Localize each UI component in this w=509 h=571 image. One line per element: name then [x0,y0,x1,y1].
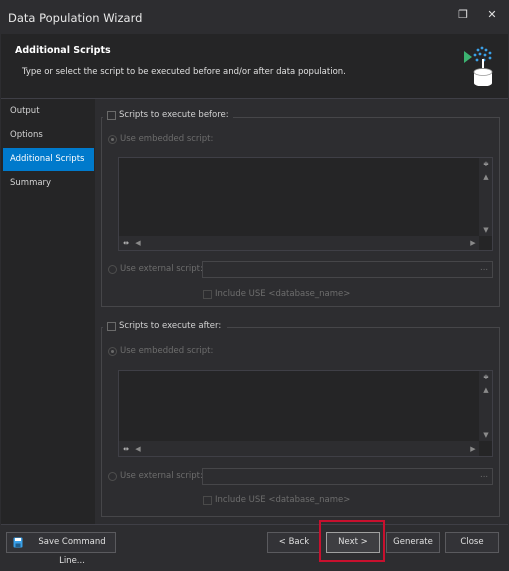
close-button[interactable]: Close [445,532,499,553]
scroll-down-arrow-icon[interactable]: ▼ [481,430,491,440]
after-embedded-radio[interactable] [108,347,117,356]
page-title: Additional Scripts [15,45,111,56]
back-button[interactable]: < Back [267,532,321,553]
before-browse-button[interactable]: ... [480,263,488,273]
before-external-label: Use external script: [120,264,203,274]
after-external-label: Use external script: [120,471,203,481]
save-command-line-button[interactable]: Save Command Line... [6,532,116,566]
sidebar-item-output[interactable]: Output [3,100,94,123]
after-embedded-label: Use embedded script: [120,346,214,356]
database-script-icon [462,46,496,87]
before-embedded-label: Use embedded script: [120,134,214,144]
after-include-use-checkbox[interactable] [203,496,212,505]
split-view-icon[interactable]: ≑ [481,159,491,169]
close-window-button[interactable]: ✕ [481,5,503,25]
after-editor-hscrollbar[interactable] [119,441,479,456]
scroll-right-arrow-icon[interactable]: ▶ [468,444,478,454]
save-command-line-label: Save Command Line... [38,537,106,566]
after-external-radio[interactable] [108,472,117,481]
scroll-left-arrow-icon[interactable]: ◀ [133,444,143,454]
save-icon [13,537,23,548]
scroll-down-arrow-icon[interactable]: ▼ [481,225,491,235]
after-browse-button[interactable]: ... [480,470,488,480]
before-scripts-checkbox[interactable] [107,111,116,120]
split-view-icon[interactable]: ≑ [481,372,491,382]
after-include-use-label: Include USE <database_name> [215,495,351,505]
scroll-left-arrow-icon[interactable]: ◀ [133,238,143,248]
before-external-radio[interactable] [108,265,117,274]
sidebar-item-additional-scripts[interactable]: Additional Scripts [3,148,94,171]
next-button[interactable]: Next > [326,532,380,553]
before-editor-hscrollbar[interactable] [119,236,479,250]
generate-button[interactable]: Generate [386,532,440,553]
before-include-use-checkbox[interactable] [203,290,212,299]
wizard-header [1,34,508,98]
split-horizontal-icon[interactable]: ⇹ [121,238,131,248]
scroll-up-arrow-icon[interactable]: ▲ [481,385,491,395]
sidebar-item-summary[interactable]: Summary [3,172,94,195]
before-scripts-label: Scripts to execute before: [119,110,229,120]
scroll-right-arrow-icon[interactable]: ▶ [468,238,478,248]
page-description: Type or select the script to be executed… [22,67,346,77]
before-include-use-label: Include USE <database_name> [215,289,351,299]
window-title: Data Population Wizard [8,11,143,25]
before-external-path-input[interactable] [202,261,493,278]
after-external-path-input[interactable] [202,468,493,485]
maximize-button[interactable]: ❐ [452,5,474,25]
scroll-up-arrow-icon[interactable]: ▲ [481,172,491,182]
split-horizontal-icon[interactable]: ⇹ [121,444,131,454]
before-embedded-radio[interactable] [108,135,117,144]
after-scripts-label: Scripts to execute after: [119,321,222,331]
sidebar-item-options[interactable]: Options [3,124,94,147]
after-scripts-checkbox[interactable] [107,322,116,331]
